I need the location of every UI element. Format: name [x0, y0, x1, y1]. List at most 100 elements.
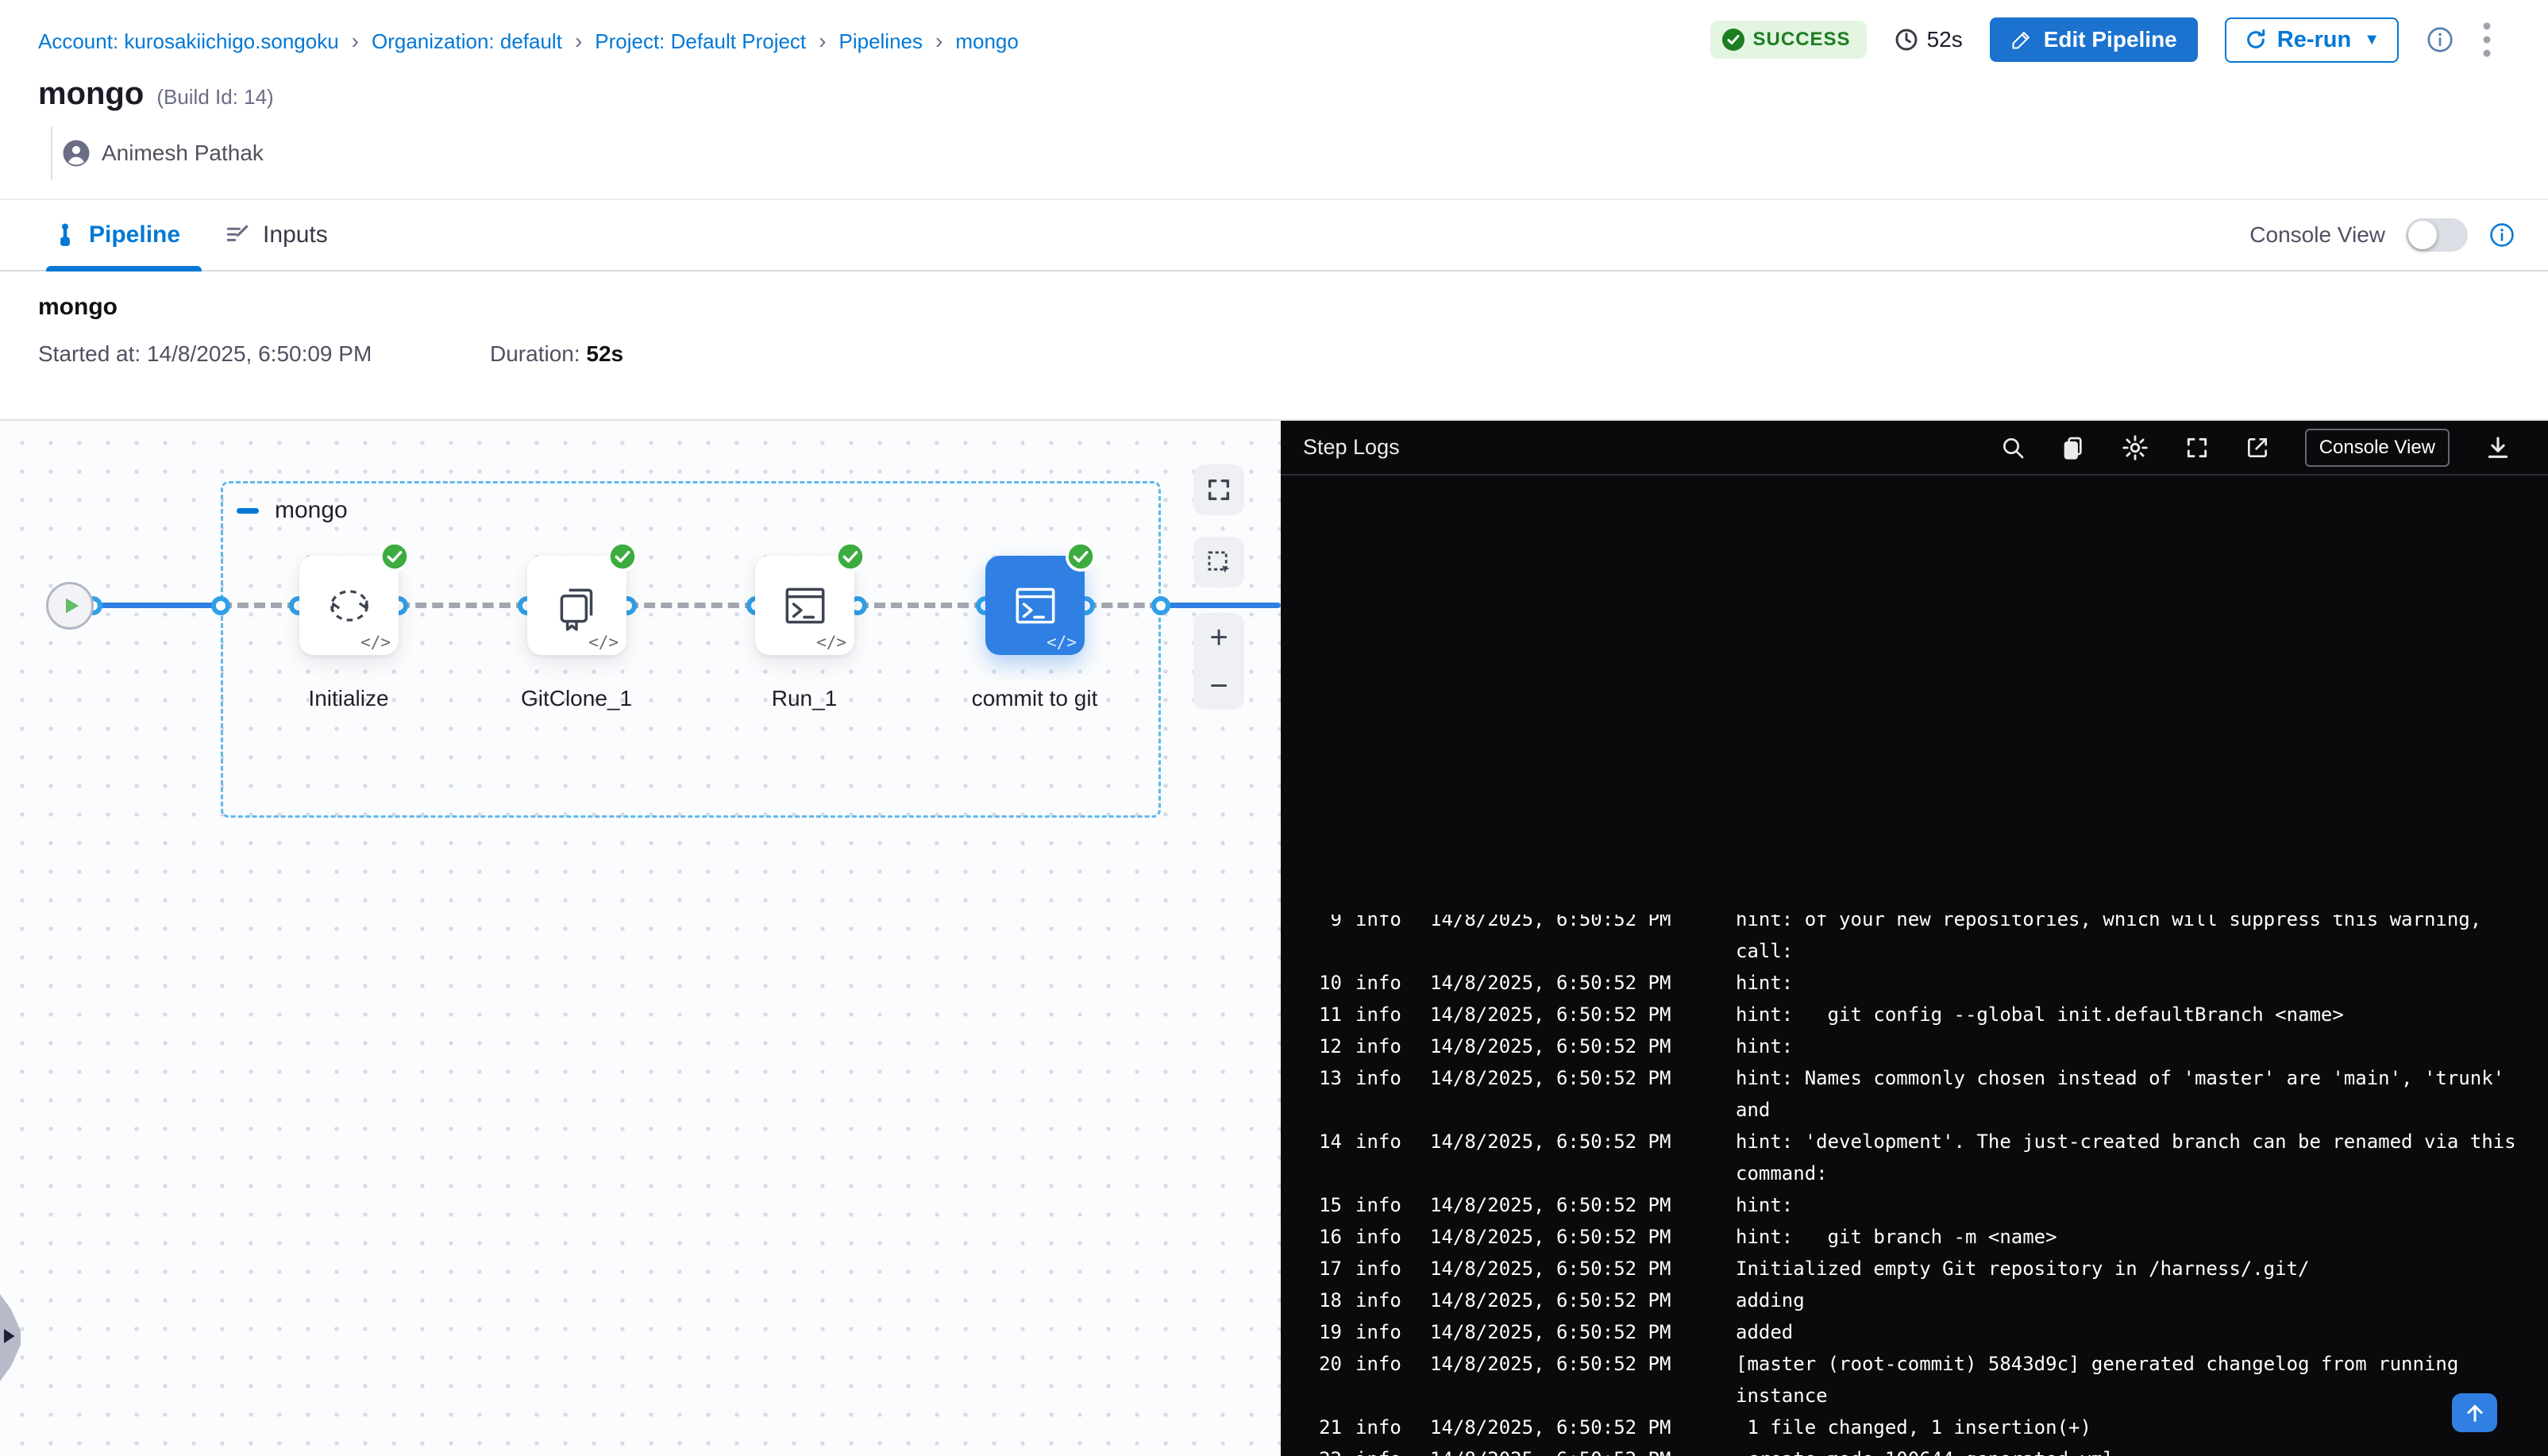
edit-pipeline-button[interactable]: Edit Pipeline	[1990, 17, 2198, 62]
log-message: create mode 100644 generated.yml	[1736, 1443, 2548, 1456]
more-options-button[interactable]	[2481, 21, 2492, 59]
step-yaml-icon[interactable]: </>	[588, 633, 619, 652]
started-at: Started at: 14/8/2025, 6:50:09 PM	[38, 341, 372, 367]
log-row: 20info14/8/2025, 6:50:52 PM[master (root…	[1281, 1348, 2548, 1380]
log-line-number: 18	[1302, 1285, 1342, 1316]
step-yaml-icon[interactable]: </>	[816, 633, 846, 652]
collapse-stage-icon[interactable]	[237, 508, 259, 514]
step-node-initialize[interactable]: </>	[299, 556, 399, 655]
download-icon	[2484, 434, 2511, 461]
zoom-controls: + −	[1193, 613, 1244, 710]
log-output[interactable]: 9info14/8/2025, 6:50:52 PMhint: of your …	[1281, 915, 2548, 1456]
log-level: info	[1355, 1412, 1413, 1443]
gear-icon	[2121, 433, 2149, 462]
log-line-number: 19	[1302, 1316, 1342, 1348]
console-view-toggle[interactable]	[2406, 218, 2468, 252]
breadcrumb-current-pipeline[interactable]: mongo	[955, 29, 1019, 54]
log-level: info	[1355, 1253, 1413, 1285]
pipeline-canvas[interactable]: mongo </> Initialize </> Git	[0, 421, 1281, 1456]
initialize-sync-icon	[322, 579, 376, 633]
connector-port[interactable]	[1151, 596, 1170, 615]
toggle-knob	[2408, 221, 2437, 249]
connector-port[interactable]	[211, 596, 230, 615]
log-level: info	[1355, 1443, 1413, 1456]
step-node-gitclone[interactable]: </>	[527, 556, 626, 655]
log-download-button[interactable]	[2484, 434, 2511, 461]
pipeline-start-node[interactable]	[46, 582, 94, 630]
log-row: 18info14/8/2025, 6:50:52 PMadding	[1281, 1285, 2548, 1316]
log-line-number: 14	[1302, 1126, 1342, 1157]
breadcrumb-account[interactable]: Account: kurosakiichigo.songoku	[38, 29, 339, 54]
console-view-button[interactable]: Console View	[2305, 429, 2450, 467]
log-open-new-tab-button[interactable]	[2245, 435, 2270, 460]
log-timestamp: 14/8/2025, 6:50:52 PM	[1430, 1030, 1697, 1062]
terminal-icon	[779, 580, 831, 632]
log-line-number: 21	[1302, 1412, 1342, 1443]
tab-bar: Pipeline Inputs Console View	[0, 198, 2548, 272]
log-message: added	[1736, 1316, 2548, 1348]
log-search-button[interactable]	[2000, 435, 2026, 460]
tab-pipeline[interactable]: Pipeline	[52, 200, 180, 270]
step-node-commit-to-git[interactable]: </>	[985, 556, 1085, 655]
log-row: 19info14/8/2025, 6:50:52 PMadded	[1281, 1316, 2548, 1348]
expand-arrow-icon	[2, 1327, 16, 1346]
log-line-number: 22	[1302, 1443, 1342, 1456]
log-message: adding	[1736, 1285, 2548, 1316]
breadcrumb-project[interactable]: Project: Default Project	[595, 29, 806, 54]
log-row: 17info14/8/2025, 6:50:52 PMInitialized e…	[1281, 1253, 2548, 1285]
chevron-right-icon: ›	[819, 29, 826, 54]
run-info-button[interactable]	[2426, 25, 2454, 54]
console-view-info-button[interactable]	[2488, 221, 2515, 248]
clock-icon	[1894, 27, 1919, 52]
log-message: hint: 'development'. The just-created br…	[1736, 1126, 2548, 1157]
zoom-out-button[interactable]: −	[1209, 670, 1228, 702]
log-row: 16info14/8/2025, 6:50:52 PMhint: git bra…	[1281, 1221, 2548, 1253]
caret-down-icon[interactable]: ▼	[2364, 31, 2380, 49]
log-fullscreen-button[interactable]	[2184, 435, 2210, 460]
log-level: info	[1355, 1285, 1413, 1316]
scroll-to-top-button[interactable]	[2452, 1393, 2497, 1432]
log-timestamp: 14/8/2025, 6:50:52 PM	[1430, 915, 1697, 935]
canvas-select-button[interactable]	[1193, 537, 1244, 587]
log-copy-button[interactable]	[2060, 435, 2086, 460]
left-panel-expand-handle[interactable]	[0, 1294, 21, 1381]
step-success-icon	[834, 540, 867, 577]
status-badge: SUCCESS	[1710, 21, 1867, 59]
log-line-number: 9	[1302, 915, 1342, 935]
log-timestamp: 14/8/2025, 6:50:52 PM	[1430, 967, 1697, 999]
step-logs-title: Step Logs	[1303, 435, 1400, 460]
author-row: Animesh Pathak	[51, 127, 264, 179]
tab-inputs[interactable]: Inputs	[225, 200, 328, 270]
canvas-fullscreen-button[interactable]	[1193, 464, 1244, 515]
log-row: instance	[1281, 1380, 2548, 1412]
pipeline-edge-dashed	[858, 603, 985, 608]
step-label-gitclone: GitClone_1	[521, 686, 632, 711]
breadcrumb-pipelines[interactable]: Pipelines	[838, 29, 923, 54]
log-message: instance	[1736, 1380, 2548, 1412]
step-node-run[interactable]: </>	[755, 556, 854, 655]
log-level: info	[1355, 1030, 1413, 1062]
step-yaml-icon[interactable]: </>	[1047, 633, 1077, 652]
pipeline-edge-solid	[93, 603, 221, 608]
step-yaml-icon[interactable]: </>	[360, 633, 391, 652]
fullscreen-icon	[1205, 476, 1232, 503]
log-level: info	[1355, 967, 1413, 999]
zoom-in-button[interactable]: +	[1209, 622, 1228, 653]
pipeline-icon	[52, 222, 78, 248]
log-level: info	[1355, 1062, 1413, 1094]
step-success-icon	[378, 540, 411, 577]
breadcrumb-organization[interactable]: Organization: default	[372, 29, 562, 54]
log-line-number	[1302, 1094, 1342, 1126]
log-line-number: 17	[1302, 1253, 1342, 1285]
chevron-right-icon: ›	[352, 29, 359, 54]
info-icon	[2488, 221, 2515, 248]
rerun-button[interactable]: Re-run ▼	[2225, 17, 2399, 63]
duration-value: 52s	[586, 341, 623, 366]
log-level	[1355, 935, 1413, 967]
inputs-icon	[225, 221, 252, 248]
duration-label: Duration:	[490, 341, 580, 366]
step-success-icon	[606, 540, 639, 577]
log-level: info	[1355, 1348, 1413, 1380]
step-logs-panel: Step Logs Console View	[1281, 421, 2548, 1456]
log-settings-button[interactable]	[2121, 433, 2149, 462]
